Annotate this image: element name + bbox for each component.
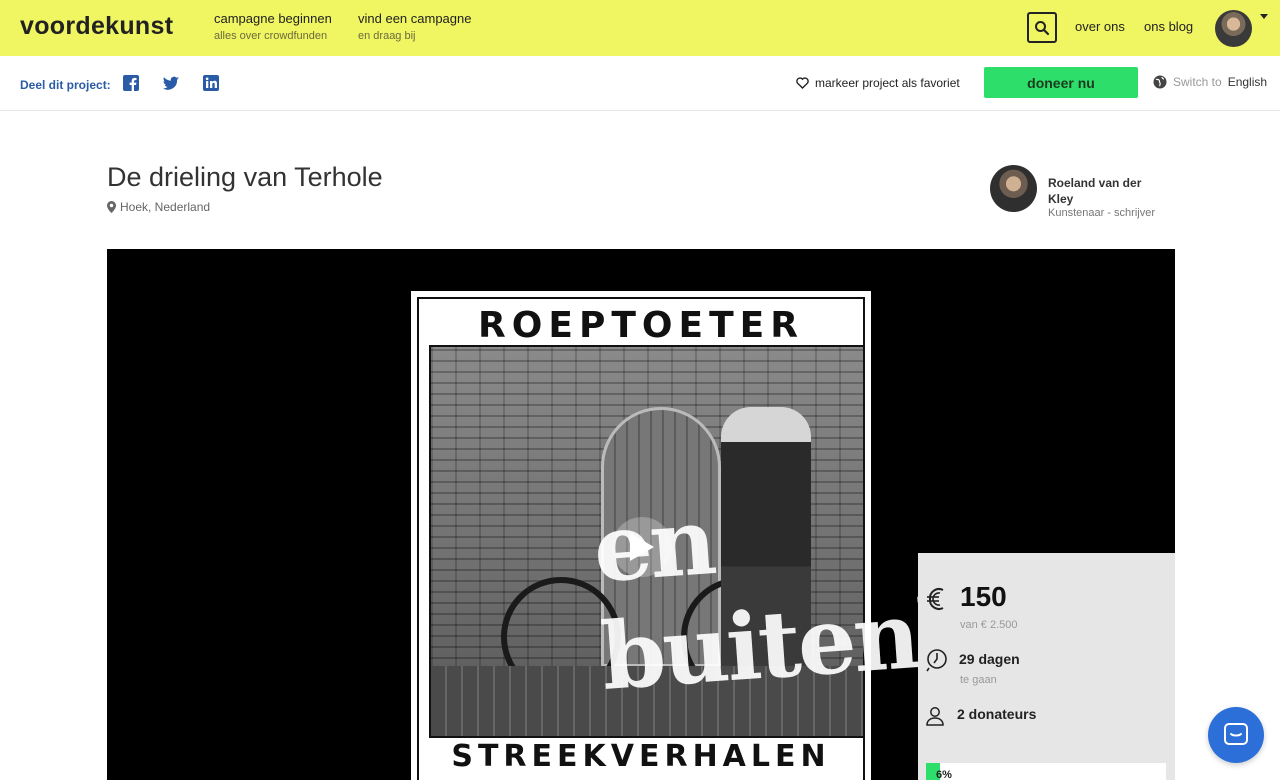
share-label: Deel dit project:: [20, 78, 111, 92]
funding-goal: van € 2.500: [960, 619, 1018, 631]
progress-label: 6%: [936, 769, 952, 781]
twitter-icon[interactable]: [162, 74, 180, 92]
language-switch-prefix: Switch to: [1173, 75, 1222, 89]
chat-button[interactable]: [1208, 707, 1264, 763]
days-left: 29 dagen: [959, 651, 1020, 667]
nav-find-campaign-sub: en draag bij: [358, 30, 416, 42]
favorite-button[interactable]: markeer project als favoriet: [796, 76, 960, 90]
map-pin-icon: [107, 201, 116, 213]
chevron-down-icon[interactable]: [1260, 14, 1268, 19]
euro-icon: [927, 588, 944, 610]
days-left-sub: te gaan: [960, 674, 997, 686]
search-button[interactable]: [1027, 12, 1057, 43]
nav-find-campaign-label: vind een campagne: [358, 11, 472, 26]
author-role: Kunstenaar - schrijver: [1048, 207, 1155, 219]
facebook-icon[interactable]: [122, 74, 140, 92]
user-icon: [926, 707, 944, 726]
donate-button[interactable]: doneer nu: [984, 67, 1138, 98]
globe-icon: [1153, 75, 1167, 89]
nav-start-campaign-label: campagne beginnen: [214, 11, 332, 26]
nav-find-campaign[interactable]: vind een campagne en draag bij: [358, 11, 471, 42]
donor-count: 2 donateurs: [957, 706, 1037, 722]
author-name[interactable]: Roeland van der Kley: [1048, 175, 1168, 207]
top-header: voordekunst campagne beginnen alles over…: [0, 0, 1280, 56]
linkedin-icon[interactable]: [202, 74, 220, 92]
user-avatar[interactable]: [1215, 10, 1252, 47]
chat-icon: [1224, 723, 1248, 745]
language-switch[interactable]: Switch to English: [1153, 75, 1267, 89]
blog-link[interactable]: ons blog: [1144, 19, 1193, 34]
clock-icon: [926, 649, 947, 672]
play-button[interactable]: [612, 517, 672, 577]
project-location-text: Hoek, Nederland: [120, 200, 211, 214]
nav-start-campaign[interactable]: campagne beginnen alles over crowdfunden: [214, 11, 332, 42]
heart-icon: [796, 77, 809, 89]
poster-title: ROEPTOETER: [478, 305, 804, 346]
favorite-label: markeer project als favoriet: [815, 76, 960, 90]
author-avatar[interactable]: [990, 165, 1037, 212]
project-title: De drieling van Terhole: [107, 162, 383, 192]
site-logo[interactable]: voordekunst: [20, 12, 173, 41]
search-icon: [1035, 20, 1050, 35]
poster-subtitle: STREEKVERHALEN: [451, 739, 831, 774]
nav-start-campaign-sub: alles over crowdfunden: [214, 30, 328, 42]
funding-stats-panel: 150 van € 2.500 29 dagen te gaan 2 donat…: [918, 553, 1175, 781]
play-icon: [630, 533, 654, 561]
progress-bar: 6%: [926, 763, 1166, 781]
language-switch-lang: English: [1227, 75, 1268, 89]
about-link[interactable]: over ons: [1075, 19, 1125, 34]
amount-raised: 150: [960, 581, 1007, 612]
share-bar: Deel dit project: markeer project als fa…: [0, 56, 1280, 111]
project-location: Hoek, Nederland: [107, 200, 210, 214]
